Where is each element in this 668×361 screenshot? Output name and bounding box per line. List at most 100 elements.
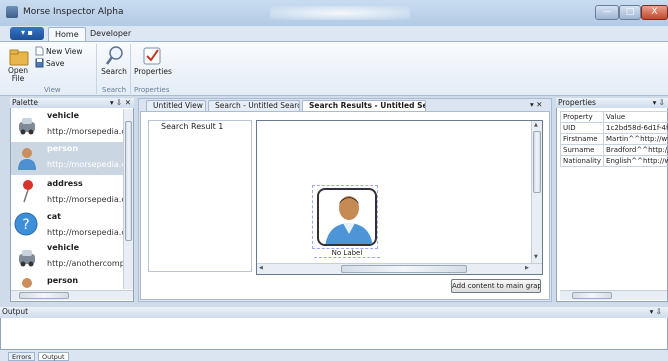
person-node[interactable] (317, 188, 377, 246)
window-title: Morse Inspector Alpha (23, 7, 124, 17)
palette-item-vehicle[interactable]: vehicle http://anothercomp (11, 241, 123, 274)
tab-errors[interactable]: Errors (8, 352, 36, 361)
property-name: Nationality (559, 155, 605, 167)
minimize-button[interactable]: — (595, 5, 619, 20)
property-value[interactable]: Martin^^http://www (603, 133, 668, 145)
ribbon-separator (130, 44, 131, 94)
node-label: No Label (314, 249, 380, 258)
table-row[interactable]: UID 1c2bd58d-6d1f-4f25 (559, 122, 668, 134)
graph-horizontal-scrollbar[interactable]: ◀ ▶ (257, 263, 542, 274)
vehicle-icon (19, 118, 35, 135)
table-row[interactable]: Surname Bradford^^http://w (559, 144, 668, 156)
floppy-disk-icon (35, 58, 44, 68)
tab-search-untitled-search[interactable]: Search - Untitled Search (208, 100, 300, 111)
properties-button[interactable] (142, 46, 162, 66)
properties-table: Property Value UID 1c2bd58d-6d1f-4f25 Fi… (559, 111, 668, 167)
svg-text:?: ? (22, 217, 29, 233)
property-name: Firstname (559, 133, 605, 145)
result-item[interactable]: Search Result 1 (161, 122, 223, 131)
palette-item-url: http://morsepedia.c (47, 195, 123, 204)
search-button[interactable] (104, 45, 124, 67)
properties-title: Properties (558, 98, 596, 107)
scroll-thumb[interactable] (572, 292, 612, 299)
folder-icon (9, 49, 29, 66)
tab-output[interactable]: Output (38, 352, 69, 361)
vehicle-icon (19, 250, 35, 267)
scroll-thumb[interactable] (19, 292, 69, 299)
scroll-thumb[interactable] (533, 131, 541, 193)
question-icon: ? (14, 212, 38, 236)
output-pane-controls[interactable]: ▾ ⇩ (650, 307, 662, 317)
tab-untitled-view-3[interactable]: Untitled View 3 (146, 100, 206, 111)
palette-header: Palette ▾ ⇩ ✕ (10, 98, 134, 108)
palette-item-title: person (47, 144, 79, 153)
results-list (148, 120, 252, 272)
palette-item-title: address (47, 179, 83, 188)
palette-list: vehicle http://morsepedia.c person http:… (11, 109, 123, 289)
search-label: Search (101, 67, 127, 76)
person-icon (325, 196, 373, 244)
tab-home[interactable]: Home (48, 27, 86, 41)
bottom-tab-bar (0, 350, 668, 361)
palette-item-person[interactable]: person http://morsepedia.c (11, 142, 123, 175)
graph-canvas[interactable] (256, 120, 543, 275)
property-value[interactable]: 1c2bd58d-6d1f-4f25 (603, 122, 668, 134)
column-header-value: Value (603, 111, 668, 123)
scroll-right-arrow-icon[interactable]: ▶ (525, 265, 529, 271)
checklist-icon (143, 47, 161, 65)
properties-group-label: Properties (134, 86, 170, 94)
add-content-button[interactable]: Add content to main graph (451, 279, 541, 293)
table-row[interactable]: Firstname Martin^^http://www (559, 133, 668, 145)
new-view-button[interactable]: New View (35, 46, 95, 56)
save-button[interactable]: Save (35, 58, 75, 68)
address-pin-icon (23, 180, 33, 203)
palette-item-title: vehicle (47, 243, 79, 252)
properties-pane-controls[interactable]: ▾ ⇩ (653, 98, 665, 108)
output-title: Output (2, 307, 29, 316)
new-view-label: New View (46, 47, 83, 56)
close-button[interactable]: X (641, 5, 668, 20)
properties-header: Properties ▾ ⇩ (556, 98, 668, 108)
table-header-row: Property Value (559, 111, 668, 123)
graph-vertical-scrollbar[interactable]: ▲ ▼ (531, 121, 542, 264)
search-group-label: Search (102, 86, 127, 94)
palette-horizontal-scrollbar[interactable] (11, 290, 133, 300)
document-tab-controls[interactable]: ▾ ✕ (530, 100, 542, 109)
palette-item-title: cat (47, 212, 61, 221)
palette-item-url: http://morsepedia.c (47, 127, 123, 136)
person-icon (18, 148, 36, 170)
scroll-thumb[interactable] (125, 121, 132, 241)
tab-developer[interactable]: Developer (84, 27, 137, 41)
properties-horizontal-scrollbar[interactable] (560, 290, 667, 300)
property-name: Surname (559, 144, 605, 156)
palette-item-url: http://morsepedia.c (47, 228, 123, 237)
application-menu-button[interactable]: ▾ ▪ (10, 27, 44, 40)
ribbon-separator (96, 44, 97, 94)
palette-item-url: http://morsepedia.c (47, 160, 123, 169)
app-icon (6, 6, 18, 18)
properties-label: Properties (134, 67, 172, 76)
tab-search-results[interactable]: Search Results - Untitled Search (302, 100, 426, 111)
maximize-button[interactable]: □ (619, 5, 641, 20)
scroll-down-arrow-icon[interactable]: ▼ (534, 254, 538, 260)
palette-item-vehicle[interactable]: vehicle http://morsepedia.c (11, 109, 123, 142)
palette-item-title: vehicle (47, 111, 79, 120)
table-row[interactable]: Nationality English^^http://ww (559, 155, 668, 167)
palette-vertical-scrollbar[interactable] (123, 109, 133, 289)
palette-item-cat[interactable]: ? cat http://morsepedia.c (11, 208, 123, 241)
palette-item-url: http://anothercomp (47, 259, 123, 268)
scroll-left-arrow-icon[interactable]: ◀ (259, 265, 263, 271)
property-value[interactable]: Bradford^^http://w (603, 144, 668, 156)
open-file-button[interactable] (8, 47, 32, 67)
property-value[interactable]: English^^http://ww (603, 155, 668, 167)
scroll-thumb[interactable] (341, 265, 467, 273)
palette-item-person[interactable]: person (11, 274, 123, 289)
scroll-up-arrow-icon[interactable]: ▲ (534, 122, 538, 128)
palette-item-address[interactable]: address http://morsepedia.c (11, 175, 123, 208)
output-header: Output ▾ ⇩ (0, 307, 668, 318)
person-icon (22, 278, 32, 288)
palette-pane-controls[interactable]: ▾ ⇩ ✕ (110, 98, 131, 108)
palette-title: Palette (12, 98, 38, 107)
open-file-label: Open File (7, 66, 29, 83)
palette-item-title: person (47, 276, 79, 285)
